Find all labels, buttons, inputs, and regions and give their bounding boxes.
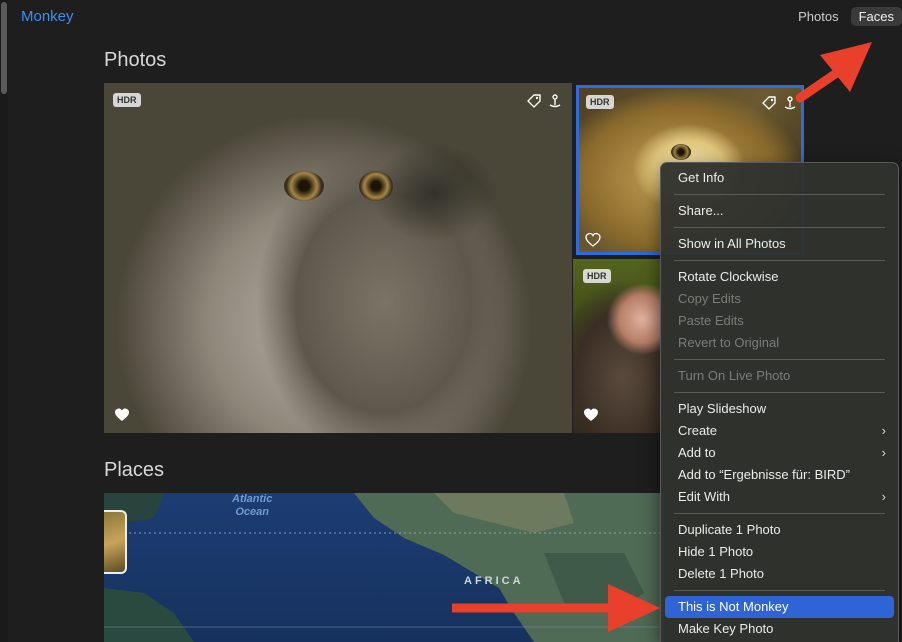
hdr-badge: HDR (583, 269, 611, 283)
heart-icon[interactable] (583, 407, 599, 423)
menu-separator (674, 359, 885, 360)
menu-separator (674, 392, 885, 393)
menu-item-label: Revert to Original (678, 335, 780, 350)
album-title: Monkey (21, 8, 74, 25)
tab-photos[interactable]: Photos (790, 7, 846, 26)
chevron-right-icon: › (881, 445, 886, 460)
menu-item-label: Rotate Clockwise (678, 269, 779, 284)
menu-item-label: Play Slideshow (678, 401, 767, 416)
map-label-continent: AFRICA (464, 575, 524, 587)
menu-item-label: Edit With (678, 489, 731, 504)
menu-item-label: Delete 1 Photo (678, 566, 765, 581)
pin-icon[interactable] (547, 93, 563, 109)
menu-item-label: Copy Edits (678, 291, 741, 306)
menu-item-create[interactable]: Create › (665, 420, 894, 442)
menu-separator (674, 590, 885, 591)
menu-item-label: Make Key Photo (678, 621, 774, 636)
menu-item-label: Create (678, 423, 718, 438)
pin-icon[interactable] (782, 95, 798, 111)
menu-item-edit-with[interactable]: Edit With › (665, 486, 894, 508)
tag-icon[interactable] (526, 93, 542, 109)
photo-detail (359, 171, 393, 201)
window-scrollbar[interactable] (0, 0, 8, 642)
menu-item-label: This is Not Monkey (678, 599, 789, 614)
places-section-heading: Places (104, 459, 165, 481)
context-menu: Get Info Share... Show in All Photos Rotate… (660, 162, 899, 642)
menu-item-paste-edits: Paste Edits (665, 310, 894, 332)
menu-item-make-key-photo[interactable]: Make Key Photo (665, 618, 894, 640)
menu-item-get-info[interactable]: Get Info (665, 167, 894, 189)
menu-item-add-to-ergebnisse-f-r-bird[interactable]: Add to “Ergebnisse für: BIRD” (665, 464, 894, 486)
menu-item-label: Get Info (678, 170, 725, 185)
menu-item-play-slideshow[interactable]: Play Slideshow (665, 398, 894, 420)
menu-item-duplicate-1-photo[interactable]: Duplicate 1 Photo (665, 519, 894, 541)
menu-item-label: Show in All Photos (678, 236, 786, 251)
places-map[interactable]: Atlantic Ocean AFRICA (104, 493, 664, 642)
photo-detail (284, 171, 324, 201)
photos-section-heading: Photos (104, 49, 167, 71)
menu-item-turn-on-live-photo: Turn On Live Photo (665, 365, 894, 387)
chevron-right-icon: › (881, 489, 886, 504)
view-switch: Photos Faces (790, 7, 902, 26)
map-photo-pin[interactable] (104, 510, 127, 574)
menu-separator (674, 194, 885, 195)
menu-item-share[interactable]: Share... (665, 200, 894, 222)
menu-item-rotate-clockwise[interactable]: Rotate Clockwise (665, 266, 894, 288)
menu-item-label: Add to “Ergebnisse für: BIRD” (678, 467, 850, 482)
menu-item-label: Paste Edits (678, 313, 744, 328)
menu-item-revert-to-original: Revert to Original (665, 332, 894, 354)
heart-outline-icon[interactable] (585, 232, 601, 248)
photo-detail (671, 144, 691, 160)
photo-thumbnail-1[interactable]: HDR (104, 83, 572, 433)
menu-separator (674, 260, 885, 261)
heart-icon[interactable] (114, 407, 130, 423)
chevron-right-icon: › (881, 423, 886, 438)
menu-item-label: Add to (678, 445, 716, 460)
menu-item-copy-edits: Copy Edits (665, 288, 894, 310)
photo-thumbnail-3[interactable]: HDR (573, 259, 663, 433)
menu-item-hide-1-photo[interactable]: Hide 1 Photo (665, 541, 894, 563)
menu-item-label: Share... (678, 203, 724, 218)
menu-separator (674, 227, 885, 228)
menu-item-label: Duplicate 1 Photo (678, 522, 781, 537)
menu-item-show-in-all-photos[interactable]: Show in All Photos (665, 233, 894, 255)
tag-icon[interactable] (761, 95, 777, 111)
map-landmass (104, 493, 664, 642)
menu-separator (674, 513, 885, 514)
annotation-arrow-faces (795, 42, 872, 103)
map-label-ocean: Atlantic Ocean (232, 493, 273, 518)
hdr-badge: HDR (113, 93, 141, 107)
menu-item-label: Hide 1 Photo (678, 544, 754, 559)
hdr-badge: HDR (586, 95, 614, 109)
tab-faces[interactable]: Faces (850, 7, 902, 26)
menu-item-this-is-not-monkey[interactable]: This is Not Monkey (665, 596, 894, 618)
scrollbar-thumb[interactable] (1, 2, 7, 94)
menu-item-delete-1-photo[interactable]: Delete 1 Photo (665, 563, 894, 585)
menu-item-label: Turn On Live Photo (678, 368, 791, 383)
menu-item-add-to[interactable]: Add to › (665, 442, 894, 464)
